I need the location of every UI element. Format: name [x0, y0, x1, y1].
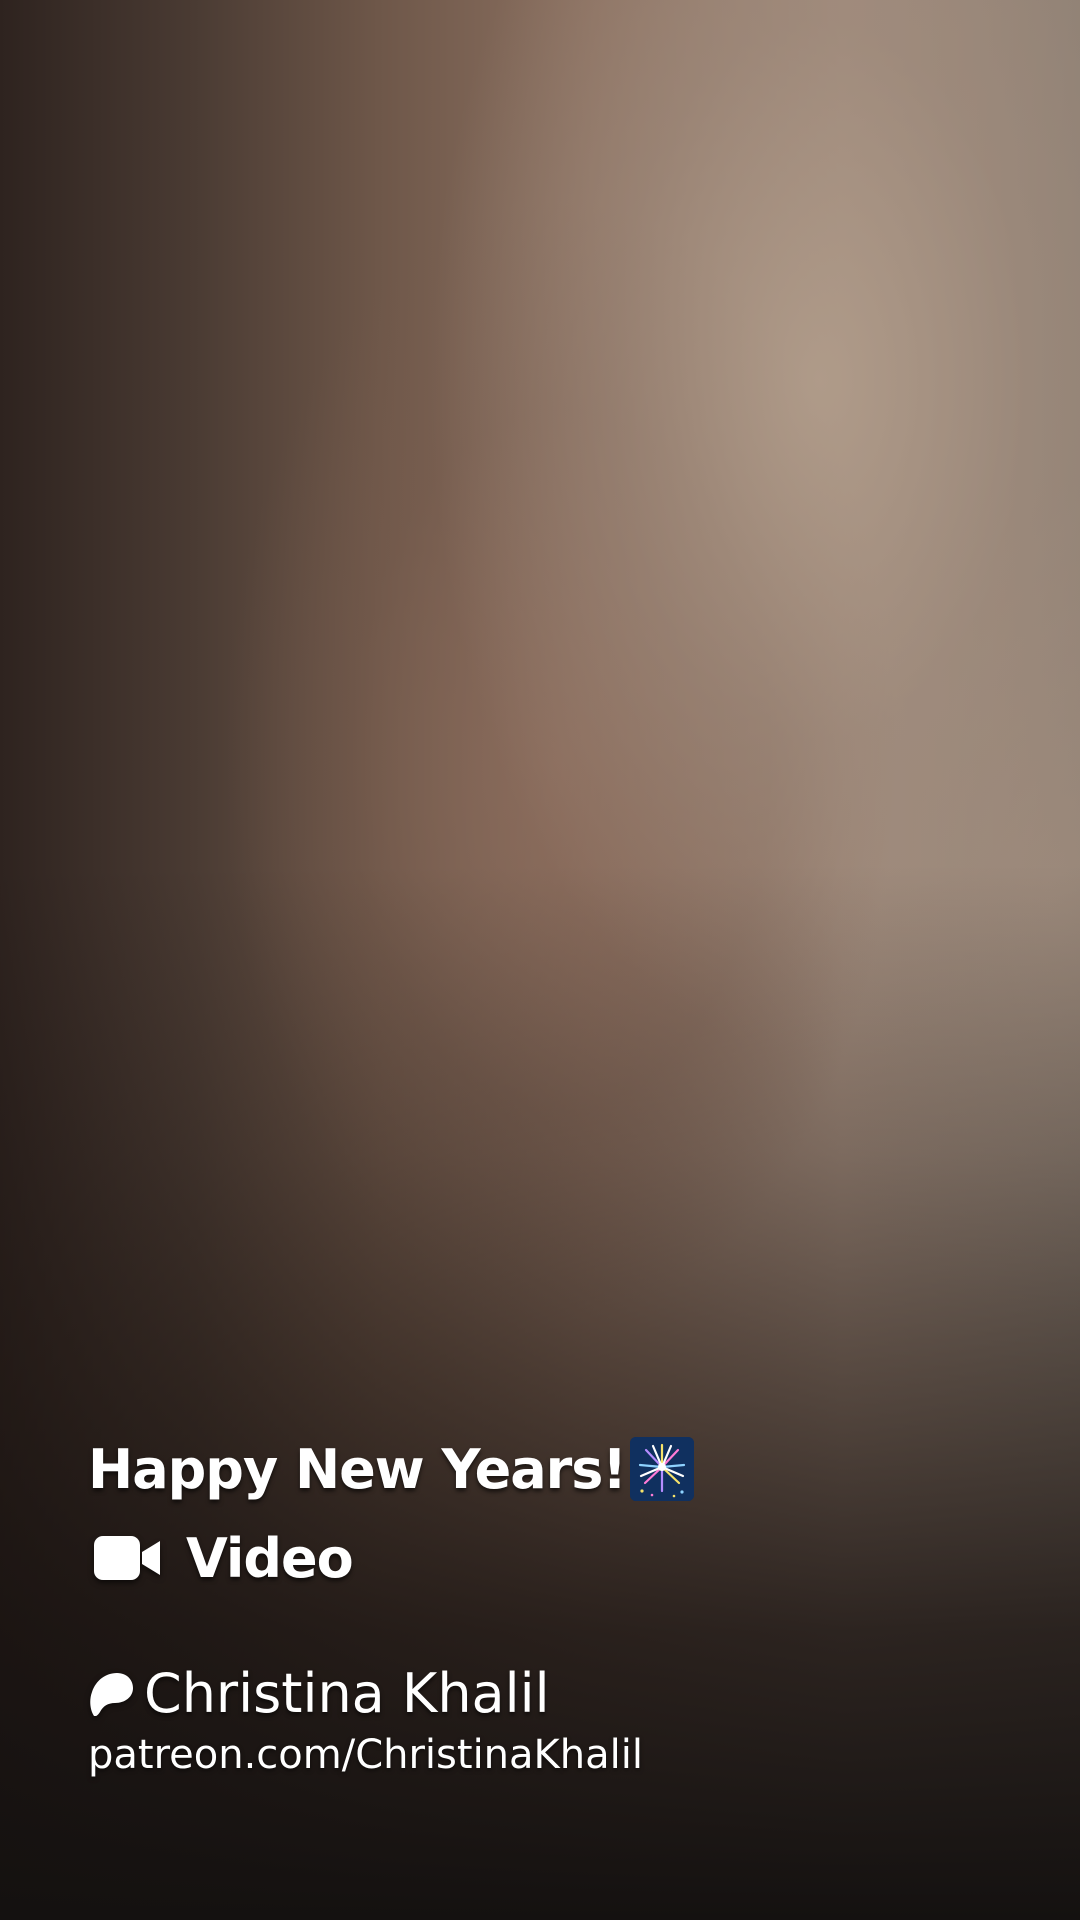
- video-camera-icon: [94, 1536, 160, 1580]
- post-type-label: Video: [186, 1526, 354, 1590]
- post-info-overlay: Happy New Years! Video Christina Khalil …: [88, 1430, 1038, 1778]
- post-title: Happy New Years!: [88, 1437, 627, 1501]
- fireworks-emoji-icon: [630, 1437, 695, 1501]
- post-type-row: Video: [88, 1518, 1038, 1598]
- creator-url: patreon.com/ChristinaKhalil: [88, 1732, 643, 1778]
- creator-row: Christina Khalil: [88, 1658, 1038, 1728]
- patreon-logo-icon: [90, 1673, 133, 1716]
- post-title-row: Happy New Years!: [88, 1430, 1038, 1508]
- creator-name: Christina Khalil: [144, 1661, 550, 1725]
